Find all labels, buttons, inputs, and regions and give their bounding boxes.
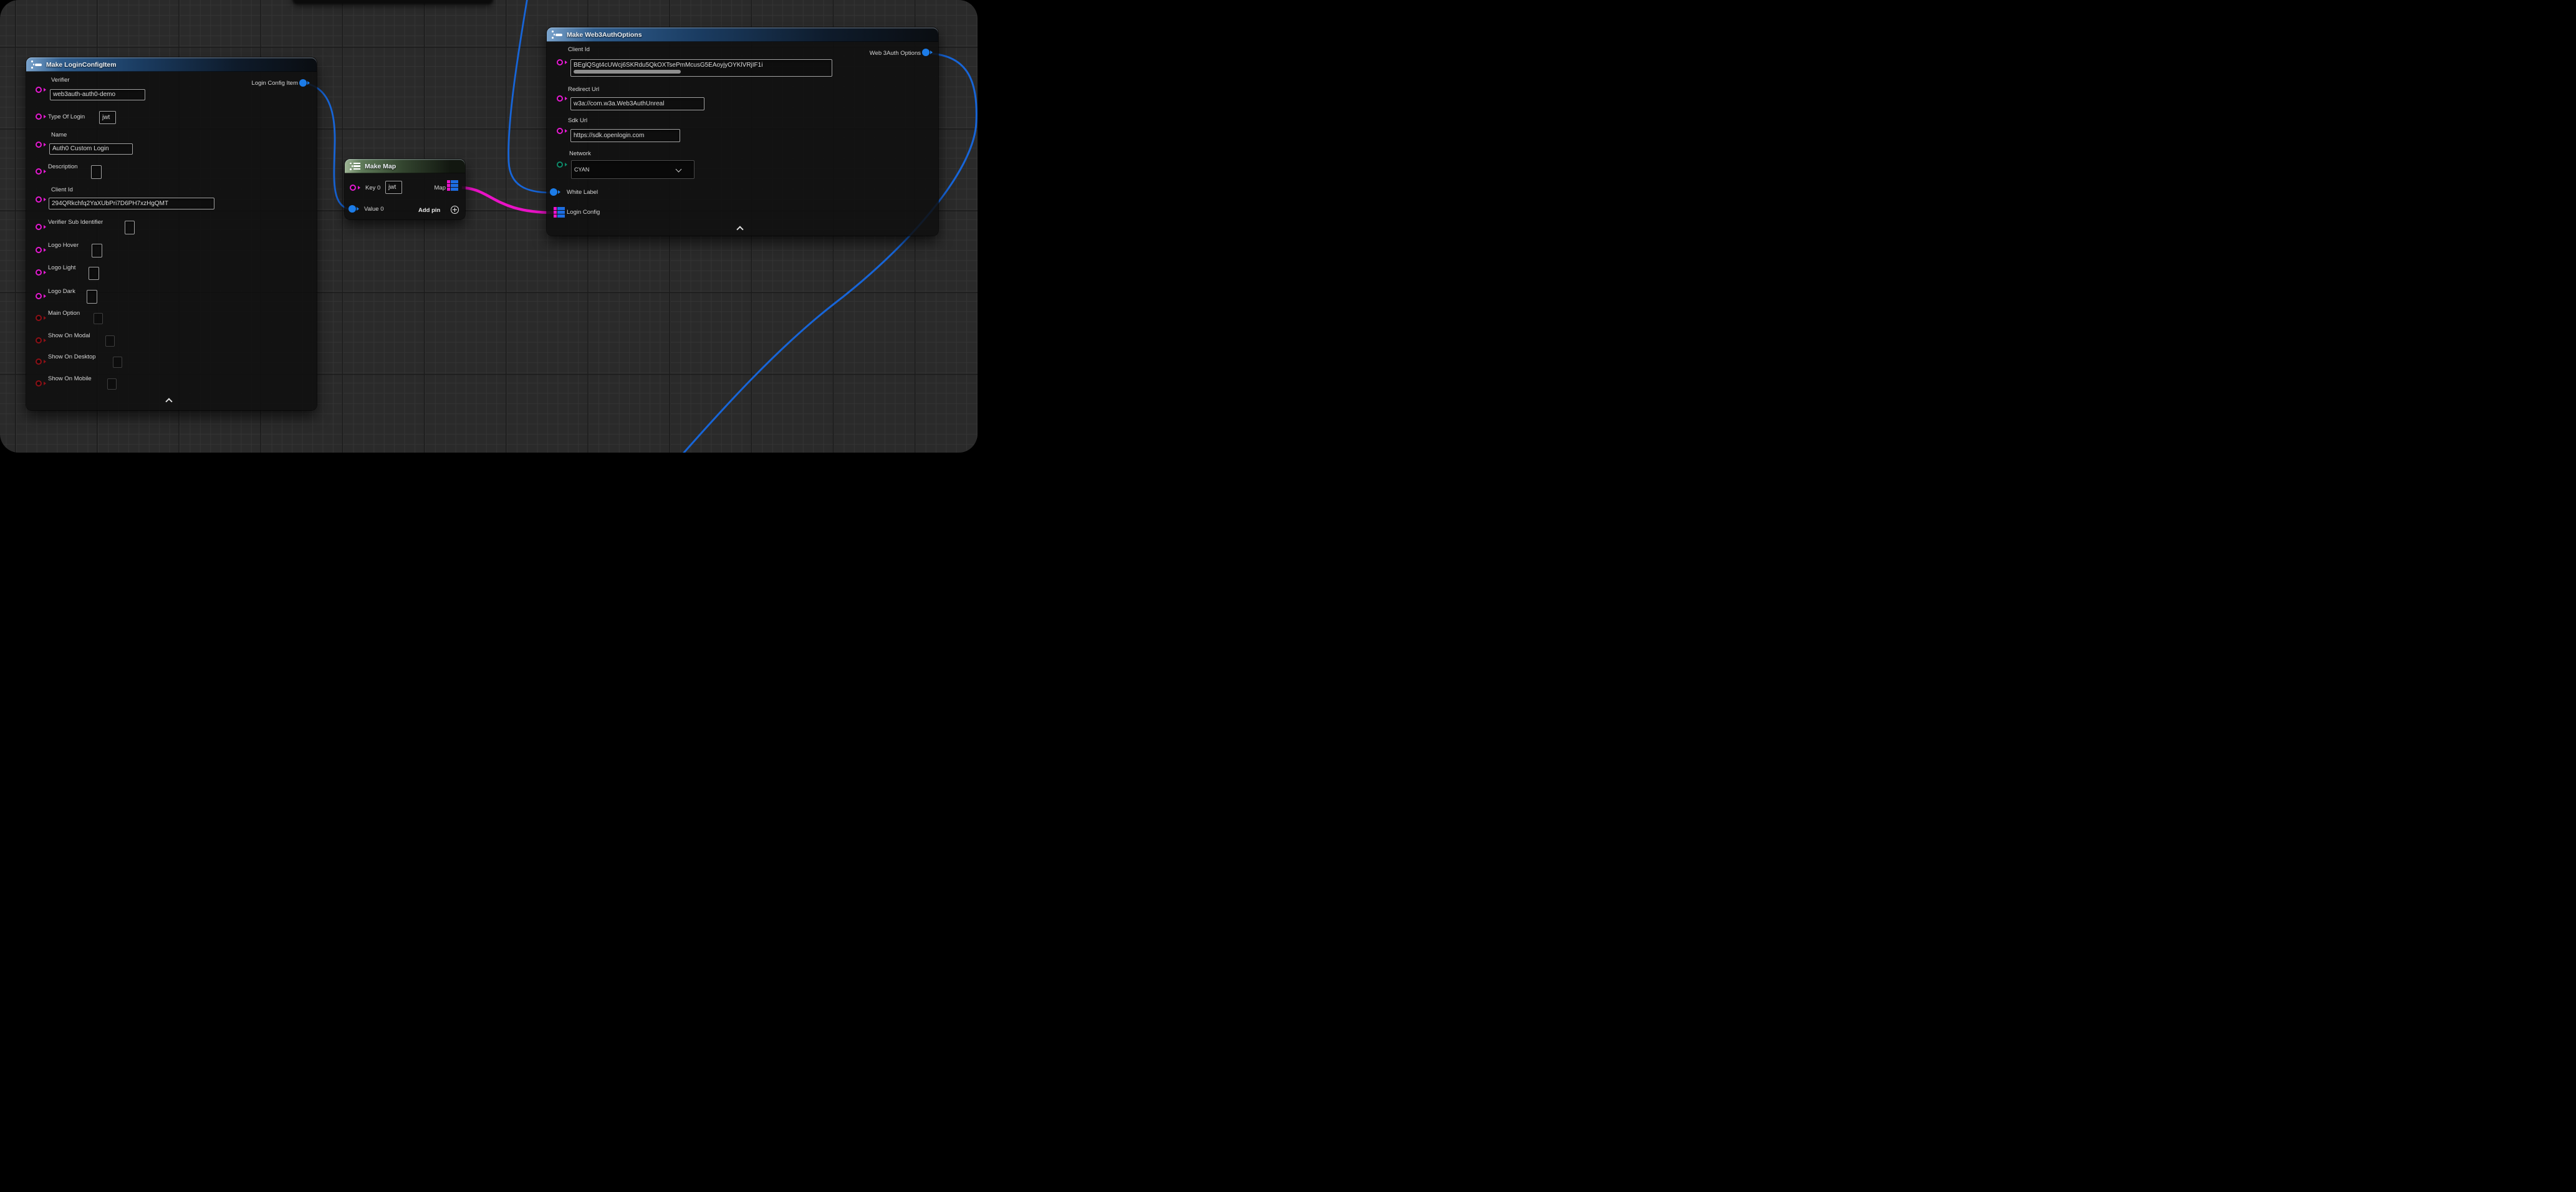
- value-0-pin[interactable]: [348, 205, 358, 213]
- wire-top-to-white-label[interactable]: [509, 0, 551, 193]
- node-header-make-map[interactable]: Make Map: [345, 159, 465, 173]
- sdk-url-input[interactable]: https://sdk.openlogin.com: [570, 129, 680, 142]
- redirect-url-label: Redirect Url: [568, 86, 599, 93]
- node-header-make-loginconfigitem[interactable]: Make LoginConfigItem: [26, 57, 317, 72]
- logo-dark-input[interactable]: [87, 290, 97, 304]
- collapse-node-chevron-icon[interactable]: [166, 398, 172, 403]
- main-option-label: Main Option: [48, 310, 80, 317]
- node-make-map[interactable]: Make Map Key 0 jwt Map Value 0 Add pin: [345, 159, 465, 219]
- show-on-mobile-pin[interactable]: [36, 380, 46, 388]
- login-config-item-label: Login Config Item: [252, 80, 298, 87]
- redirect-url-input[interactable]: w3a://com.w3a.Web3AuthUnreal: [570, 97, 704, 110]
- value-0-label: Value 0: [364, 206, 384, 213]
- verifier-label: Verifier: [51, 77, 70, 84]
- name-pin[interactable]: [36, 141, 46, 149]
- network-label: Network: [569, 150, 591, 157]
- type-of-login-label: Type Of Login: [48, 113, 85, 120]
- show-on-desktop-checkbox[interactable]: [113, 357, 122, 368]
- client-id-value: BEglQSgt4cUWcj6SKRdu5QkOXTsePmMcusG5EAoy…: [574, 62, 762, 69]
- show-on-modal-pin[interactable]: [36, 337, 46, 345]
- map-out-pin[interactable]: [447, 180, 458, 191]
- add-pin-icon[interactable]: [451, 206, 459, 214]
- show-on-desktop-label: Show On Desktop: [48, 353, 96, 360]
- type-of-login-pin[interactable]: [36, 113, 46, 121]
- verifier-sub-identifier-input[interactable]: [125, 221, 135, 234]
- offscreen-node-bottom-edge: [292, 0, 493, 4]
- verifier-pin[interactable]: [36, 86, 46, 94]
- login-config-label: Login Config: [567, 209, 600, 216]
- web3auth-options-out-pin[interactable]: [922, 49, 932, 57]
- network-dropdown[interactable]: CYAN: [571, 160, 694, 179]
- logo-light-label: Logo Light: [48, 264, 75, 271]
- logo-hover-label: Logo Hover: [48, 242, 79, 249]
- login-config-pin[interactable]: [554, 207, 565, 218]
- key-0-input[interactable]: jwt: [385, 181, 402, 194]
- sdk-url-label: Sdk Url: [568, 117, 587, 124]
- make-map-icon: [350, 162, 361, 170]
- show-on-mobile-checkbox[interactable]: [107, 378, 117, 390]
- verifier-sub-identifier-label: Verifier Sub Identifier: [48, 219, 103, 226]
- show-on-modal-label: Show On Modal: [48, 332, 90, 339]
- logo-light-input[interactable]: [89, 267, 99, 280]
- verifier-sub-identifier-pin[interactable]: [36, 223, 46, 231]
- network-selected-value: CYAN: [574, 167, 589, 173]
- main-option-pin[interactable]: [36, 314, 46, 322]
- node-header-make-web3authoptions[interactable]: Make Web3AuthOptions: [547, 27, 938, 42]
- description-label: Description: [48, 163, 78, 170]
- web3auth-options-label: Web 3Auth Options: [870, 50, 921, 57]
- client-id-label: Client Id: [51, 186, 73, 193]
- description-input[interactable]: [91, 165, 102, 179]
- login-config-item-out-pin[interactable]: [299, 79, 309, 87]
- client-id-input[interactable]: BEglQSgt4cUWcj6SKRdu5QkOXTsePmMcusG5EAoy…: [570, 59, 832, 77]
- client-id-pin[interactable]: [36, 196, 46, 204]
- redirect-url-pin[interactable]: [557, 95, 567, 103]
- verifier-input[interactable]: web3auth-auth0-demo: [50, 89, 145, 100]
- show-on-mobile-label: Show On Mobile: [48, 375, 92, 382]
- client-id-input[interactable]: 294QRkchfq2YaXUbPri7D6PH7xzHgQMT: [49, 198, 214, 209]
- main-option-checkbox[interactable]: [94, 313, 103, 324]
- logo-hover-input[interactable]: [92, 244, 102, 257]
- client-id-pin[interactable]: [557, 59, 567, 67]
- client-id-label: Client Id: [568, 46, 590, 53]
- white-label-label: White Label: [567, 189, 598, 196]
- type-of-login-input[interactable]: jwt: [99, 111, 116, 124]
- name-input[interactable]: Auth0 Custom Login: [49, 143, 133, 155]
- logo-light-pin[interactable]: [36, 269, 46, 277]
- node-make-loginconfigitem[interactable]: Make LoginConfigItem Verifier web3auth-a…: [26, 57, 317, 410]
- logo-hover-pin[interactable]: [36, 246, 46, 254]
- blueprint-editor: Make LoginConfigItem Verifier web3auth-a…: [0, 0, 978, 453]
- name-label: Name: [51, 132, 67, 138]
- show-on-modal-checkbox[interactable]: [105, 335, 115, 347]
- make-struct-icon: [552, 31, 563, 39]
- graph-canvas[interactable]: Make LoginConfigItem Verifier web3auth-a…: [0, 0, 978, 453]
- dropdown-chevron-icon: [676, 166, 682, 173]
- logo-dark-label: Logo Dark: [48, 288, 75, 295]
- key-0-pin[interactable]: [350, 184, 360, 192]
- show-on-desktop-pin[interactable]: [36, 358, 46, 366]
- add-pin-label[interactable]: Add pin: [418, 207, 440, 214]
- sdk-url-pin[interactable]: [557, 127, 567, 135]
- map-out-label: Map: [435, 185, 446, 191]
- description-pin[interactable]: [36, 168, 46, 176]
- make-struct-icon: [31, 60, 42, 69]
- network-pin[interactable]: [557, 161, 567, 169]
- node-title: Make Web3AuthOptions: [567, 31, 642, 39]
- logo-dark-pin[interactable]: [36, 292, 46, 300]
- node-title: Make LoginConfigItem: [46, 61, 117, 69]
- client-id-horizontal-scrollbar[interactable]: [574, 70, 681, 74]
- node-title: Make Map: [365, 163, 396, 170]
- node-make-web3authoptions[interactable]: Make Web3AuthOptions Client Id BEglQSgt4…: [547, 27, 938, 236]
- white-label-pin[interactable]: [550, 188, 560, 196]
- key-0-label: Key 0: [365, 185, 380, 191]
- collapse-node-chevron-icon[interactable]: [737, 226, 743, 231]
